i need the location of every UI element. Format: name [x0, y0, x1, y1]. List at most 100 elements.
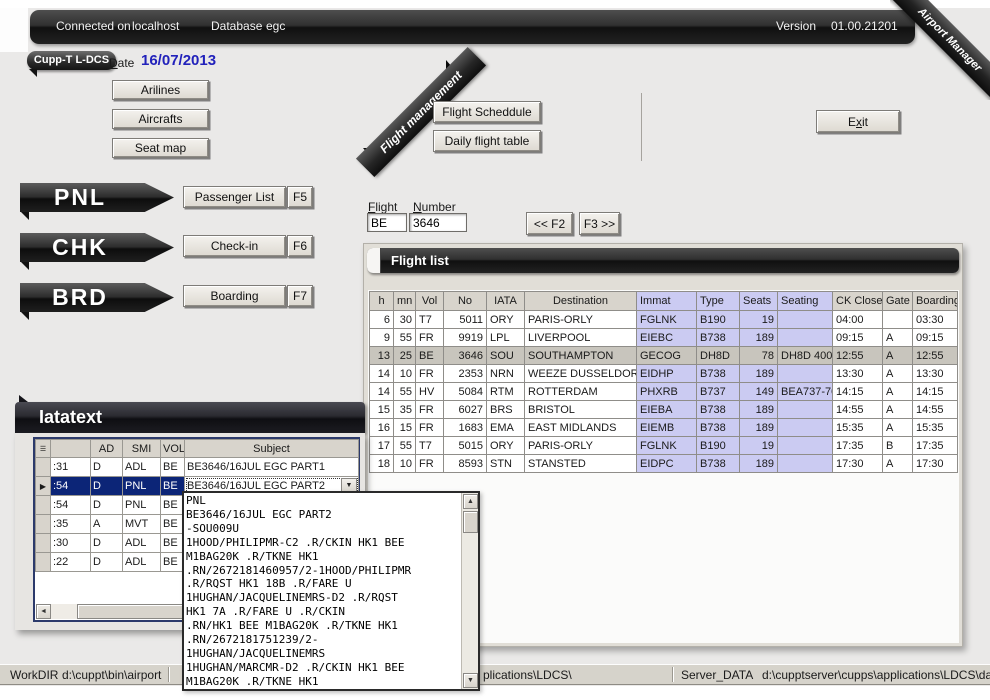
scroll-down-icon[interactable]: ▼: [463, 673, 478, 688]
iatatext-cell: ADL: [123, 458, 161, 477]
iatatext-header: Iatatext: [15, 402, 365, 433]
iatatext-column-header: SMI: [123, 440, 161, 458]
flight-cell: T7: [416, 437, 444, 455]
check-in-fkey-button[interactable]: F6: [287, 235, 313, 257]
flight-cell: FR: [416, 419, 444, 437]
flight-cell: B738: [697, 401, 740, 419]
aircrafts-button[interactable]: Aircrafts: [112, 109, 209, 129]
flight-cell: 13:30: [833, 365, 883, 383]
flight-row[interactable]: 955FR9919LPLLIVERPOOLEIEBCB73818909:15A0…: [370, 329, 958, 347]
iatatext-column-header: VOL: [161, 440, 185, 458]
flight-schedule-button[interactable]: Flight Scheddule: [433, 101, 541, 123]
flight-column-header: Immat: [637, 292, 697, 311]
row-selector[interactable]: [36, 553, 51, 572]
iatatext-cell: PNL: [123, 496, 161, 515]
flight-row[interactable]: 1325BE3646SOUSOUTHAMPTONGECOGDH8D78DH8D …: [370, 347, 958, 365]
flight-table: hmnVolNoIATADestinationImmatTypeSeatsSea…: [369, 291, 958, 473]
flight-cell: [778, 437, 833, 455]
flight-cell: B738: [697, 455, 740, 473]
iatatext-cell: D: [91, 496, 123, 515]
flight-cell: GECOG: [637, 347, 697, 365]
flight-cell: A: [883, 455, 913, 473]
passenger-list-button[interactable]: Passenger List: [183, 186, 286, 208]
flight-cell: A: [883, 329, 913, 347]
flight-row[interactable]: 1410FR2353NRNWEEZE DUSSELDORFEIDHPB73818…: [370, 365, 958, 383]
exit-button[interactable]: Exit: [816, 110, 900, 133]
flight-cell: STANSTED: [525, 455, 637, 473]
flight-column-header: No: [444, 292, 487, 311]
iatatext-cell: :54: [51, 496, 91, 515]
row-selector[interactable]: [36, 496, 51, 515]
flight-cell: A: [883, 365, 913, 383]
boarding-fkey-button[interactable]: F7: [287, 285, 313, 307]
boarding-button[interactable]: Boarding: [183, 285, 286, 307]
vertical-scrollbar[interactable]: ▲ ▼: [461, 493, 478, 689]
flight-cell: 13:30: [913, 365, 958, 383]
scroll-left-icon[interactable]: ◄: [36, 604, 51, 619]
row-selector[interactable]: [36, 458, 51, 477]
iatatext-cell: :22: [51, 553, 91, 572]
flight-cell: FGLNK: [637, 311, 697, 329]
flight-cell: [778, 365, 833, 383]
flight-cell: ROTTERDAM: [525, 383, 637, 401]
database-label: Database: [211, 19, 262, 33]
scrollbar-thumb[interactable]: [463, 511, 478, 533]
flight-list-title: Flight list: [391, 253, 449, 268]
flight-row[interactable]: 1755T75015ORYPARIS-ORLYFGLNKB1901917:35B…: [370, 437, 958, 455]
flight-cell: 189: [740, 329, 778, 347]
flight-cell: 6027: [444, 401, 487, 419]
statusbar-divider: [672, 667, 674, 682]
number-label: Number: [413, 200, 456, 214]
flight-cell: 9919: [444, 329, 487, 347]
flight-cell: 19: [740, 311, 778, 329]
row-selector[interactable]: [36, 515, 51, 534]
iatatext-cell: BE: [161, 477, 185, 496]
flight-row[interactable]: 630T75011ORYPARIS-ORLYFGLNKB1901904:0003…: [370, 311, 958, 329]
flight-cell: 12:55: [833, 347, 883, 365]
flight-cell: A: [883, 383, 913, 401]
flight-row[interactable]: 1810FR8593STNSTANSTEDEIDPCB73818917:30A1…: [370, 455, 958, 473]
flight-cell: 15:35: [833, 419, 883, 437]
flight-number-input[interactable]: [409, 213, 467, 232]
flight-cell: 5011: [444, 311, 487, 329]
iatatext-cell: :35: [51, 515, 91, 534]
flight-cell: 19: [740, 437, 778, 455]
flight-cell: [883, 311, 913, 329]
iata-message-popup[interactable]: PNL BE3646/16JUL EGC PART2 -SOU009U 1HOO…: [182, 491, 480, 691]
flight-row[interactable]: 1455HV5084RTMROTTERDAMPHXRBB737149BEA737…: [370, 383, 958, 401]
check-in-button[interactable]: Check-in: [183, 235, 286, 257]
iatatext-cell: ADL: [123, 553, 161, 572]
date-label: Date: [109, 56, 134, 70]
flight-cell: DH8D: [697, 347, 740, 365]
flight-cell: B190: [697, 311, 740, 329]
flight-code-input[interactable]: [367, 213, 407, 232]
flight-cell: STN: [487, 455, 525, 473]
seat-map-button[interactable]: Seat map: [112, 138, 209, 158]
flight-cell: 15: [394, 419, 416, 437]
flight-cell: 5084: [444, 383, 487, 401]
airlines-button[interactable]: Arilines: [112, 80, 209, 100]
scroll-up-icon[interactable]: ▲: [463, 494, 478, 509]
iatatext-cell: ADL: [123, 534, 161, 553]
previous-flight-button[interactable]: << F2: [526, 212, 573, 235]
flight-cell: 2353: [444, 365, 487, 383]
iatatext-cell: A: [91, 515, 123, 534]
daily-flight-table-button[interactable]: Daily flight table: [433, 130, 541, 152]
tag-fold: [21, 212, 29, 220]
flight-cell: 15:35: [913, 419, 958, 437]
pnl-tag: PNL: [20, 183, 174, 212]
flight-row[interactable]: 1615FR1683EMAEAST MIDLANDSEIEMBB73818915…: [370, 419, 958, 437]
flight-cell: PHXRB: [637, 383, 697, 401]
row-marker-icon[interactable]: ▶: [36, 477, 51, 496]
flight-column-header: Seating: [778, 292, 833, 311]
tag-fold: [21, 262, 29, 270]
row-selector[interactable]: [36, 534, 51, 553]
iatatext-row[interactable]: :31DADLBEBE3646/16JUL EGC PART1: [36, 458, 359, 477]
flight-column-header: Gate: [883, 292, 913, 311]
flight-row[interactable]: 1535FR6027BRSBRISTOLEIEBAB73818914:55A14…: [370, 401, 958, 419]
iatatext-column-header: Subject: [185, 440, 359, 458]
passenger-list-fkey-button[interactable]: F5: [287, 186, 313, 208]
flight-cell: 15: [370, 401, 394, 419]
iatatext-cell: BE: [161, 458, 185, 477]
next-flight-button[interactable]: F3 >>: [579, 212, 620, 235]
